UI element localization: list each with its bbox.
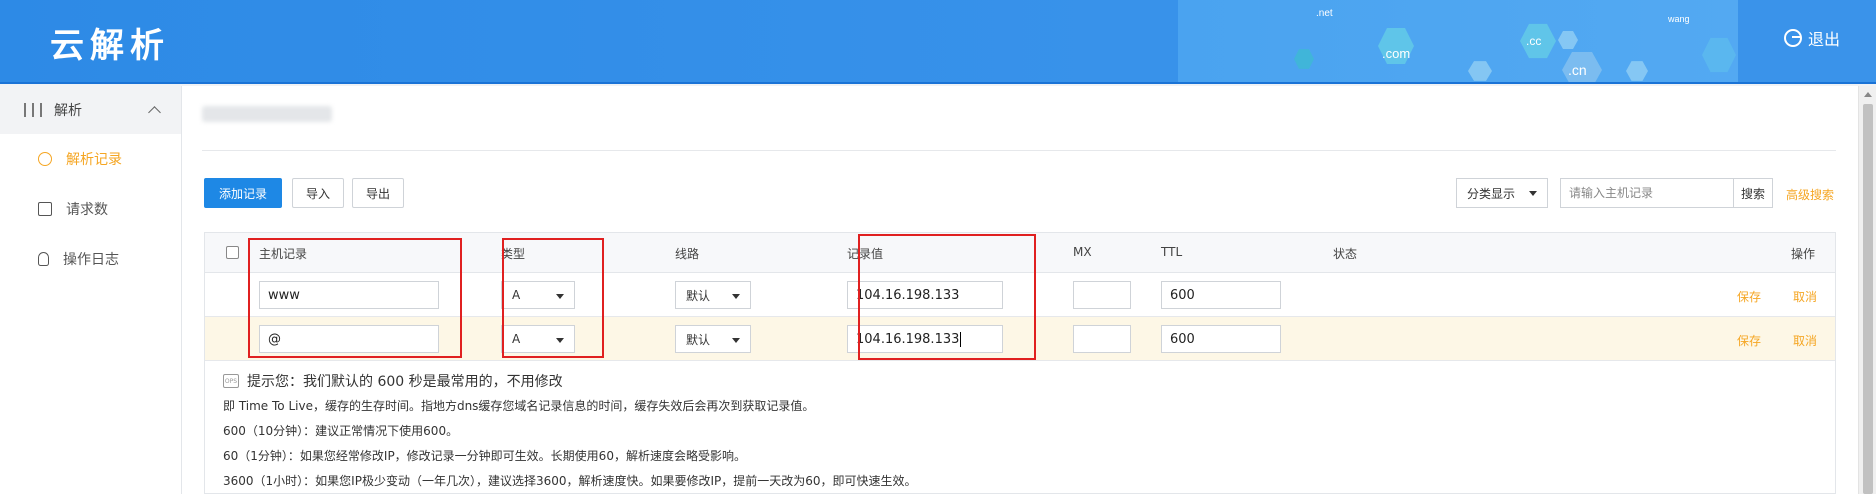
- tip-line: 即 Time To Live，缓存的生存时间。指地方dns缓存您域名记录信息的时…: [223, 399, 815, 413]
- tip-line: 600（10分钟）：建议正常情况下使用600。: [223, 424, 459, 438]
- line-select[interactable]: 默认: [675, 325, 751, 353]
- header-type: 类型: [501, 247, 526, 261]
- tld-net: .net: [1316, 8, 1333, 19]
- header-action: 操作: [1791, 247, 1816, 261]
- tip-line: 3600（1小时）：如果您IP极少变动（一年几次），建议选择3600，解析速度快…: [223, 474, 917, 488]
- sidebar-item-requests[interactable]: 请求数: [0, 184, 181, 234]
- table-row: @ A 默认 104.16.198.133 600 保存 取消: [205, 317, 1835, 361]
- type-value: A: [512, 332, 521, 346]
- sidebar: 解析 解析记录 请求数 操作日志: [0, 86, 182, 494]
- app-header: 云解析 .net .com .cc .cn wang 退出: [0, 0, 1876, 84]
- mx-input[interactable]: [1073, 325, 1131, 353]
- tld-cc: .cc: [1526, 34, 1542, 48]
- sidebar-item-label: 解析记录: [66, 152, 122, 168]
- header-value: 记录值: [847, 247, 884, 261]
- hand-pointer-icon: [38, 252, 49, 266]
- text-cursor: [960, 331, 962, 347]
- export-button[interactable]: 导出: [352, 178, 404, 208]
- divider: [202, 150, 1836, 151]
- edit-document-icon: [38, 202, 52, 216]
- tld-com: .com: [1382, 46, 1411, 61]
- cancel-link[interactable]: 取消: [1793, 332, 1817, 349]
- caret-down-icon: [556, 338, 564, 343]
- scroll-thumb[interactable]: [1863, 104, 1873, 494]
- header-host: 主机记录: [259, 247, 308, 261]
- value-input[interactable]: 104.16.198.133: [847, 325, 1003, 353]
- add-record-button[interactable]: 添加记录: [204, 178, 282, 208]
- advanced-search-link[interactable]: 高级搜索: [1786, 186, 1834, 203]
- line-value: 默认: [686, 288, 711, 303]
- hex-decoration: [1626, 61, 1648, 81]
- tld-cn: .cn: [1568, 62, 1587, 78]
- logout-label: 退出: [1808, 30, 1841, 49]
- logout-icon: [1784, 29, 1802, 47]
- sliders-icon: [24, 103, 42, 117]
- ops-icon: OPS: [223, 374, 239, 388]
- ttl-input[interactable]: 600: [1161, 281, 1281, 309]
- select-all-checkbox[interactable]: [226, 246, 239, 259]
- caret-down-icon: [1529, 191, 1537, 196]
- category-display-select[interactable]: 分类显示: [1456, 178, 1548, 208]
- pie-chart-icon: [38, 152, 52, 166]
- header-ttl: TTL: [1161, 245, 1183, 259]
- hex-decoration: [1702, 37, 1736, 73]
- sidebar-item-logs[interactable]: 操作日志: [0, 234, 181, 284]
- category-display-label: 分类显示: [1467, 186, 1516, 201]
- sidebar-item-records[interactable]: 解析记录: [0, 134, 181, 184]
- host-search-input[interactable]: [1560, 178, 1734, 208]
- header-mx: MX: [1073, 245, 1092, 259]
- type-select[interactable]: A: [501, 325, 575, 353]
- line-select[interactable]: 默认: [675, 281, 751, 309]
- sidebar-item-label: 请求数: [66, 202, 108, 218]
- main-content: 添加记录 导入 导出 分类显示 搜索 高级搜索 主机记录 类型 线路 记录值 M…: [182, 86, 1858, 494]
- sidebar-item-label: 操作日志: [63, 252, 119, 268]
- domain-name-blurred: [202, 106, 332, 122]
- table-header: 主机记录 类型 线路 记录值 MX TTL 状态 操作: [205, 233, 1835, 273]
- hex-decoration: [1558, 31, 1578, 49]
- page-scrollbar[interactable]: [1858, 86, 1876, 494]
- caret-down-icon: [556, 294, 564, 299]
- header-line: 线路: [675, 247, 700, 261]
- hex-decoration: [1468, 61, 1492, 81]
- table-row: www A 默认 104.16.198.133 600 保存 取消: [205, 273, 1835, 317]
- type-select[interactable]: A: [501, 281, 575, 309]
- header-decoration: .net .com .cc .cn wang: [1178, 0, 1738, 82]
- tip-line: 60（1分钟）：如果您经常修改IP，修改记录一分钟即可生效。长期使用60，解析速…: [223, 449, 746, 463]
- mx-input[interactable]: [1073, 281, 1131, 309]
- sidebar-group-label: 解析: [54, 103, 82, 119]
- sidebar-group-dns[interactable]: 解析: [0, 86, 181, 134]
- hex-decoration: [1294, 49, 1314, 69]
- search-button[interactable]: 搜索: [1733, 178, 1773, 208]
- save-link[interactable]: 保存: [1737, 288, 1761, 305]
- line-value: 默认: [686, 332, 711, 347]
- caret-down-icon: [732, 338, 740, 343]
- tld-wang: wang: [1668, 14, 1690, 24]
- app-logo: 云解析: [50, 26, 170, 66]
- caret-down-icon: [732, 294, 740, 299]
- tips-heading: OPS 提示您：我们默认的 600 秒是最常用的，不用修改: [223, 371, 563, 391]
- value-input[interactable]: 104.16.198.133: [847, 281, 1003, 309]
- chevron-up-icon: [148, 105, 161, 119]
- type-value: A: [512, 288, 521, 302]
- cancel-link[interactable]: 取消: [1793, 288, 1817, 305]
- import-button[interactable]: 导入: [292, 178, 344, 208]
- save-link[interactable]: 保存: [1737, 332, 1761, 349]
- scroll-up-arrow-icon[interactable]: [1864, 92, 1872, 97]
- host-input[interactable]: @: [259, 325, 439, 353]
- value-text: 104.16.198.133: [856, 331, 960, 347]
- ttl-input[interactable]: 600: [1161, 325, 1281, 353]
- host-input[interactable]: www: [259, 281, 439, 309]
- logout-button[interactable]: 退出: [1784, 26, 1840, 50]
- tips-title: 提示您：我们默认的 600 秒是最常用的，不用修改: [247, 374, 563, 390]
- records-table: 主机记录 类型 线路 记录值 MX TTL 状态 操作 www A 默认 104…: [204, 232, 1836, 494]
- header-status: 状态: [1333, 247, 1358, 261]
